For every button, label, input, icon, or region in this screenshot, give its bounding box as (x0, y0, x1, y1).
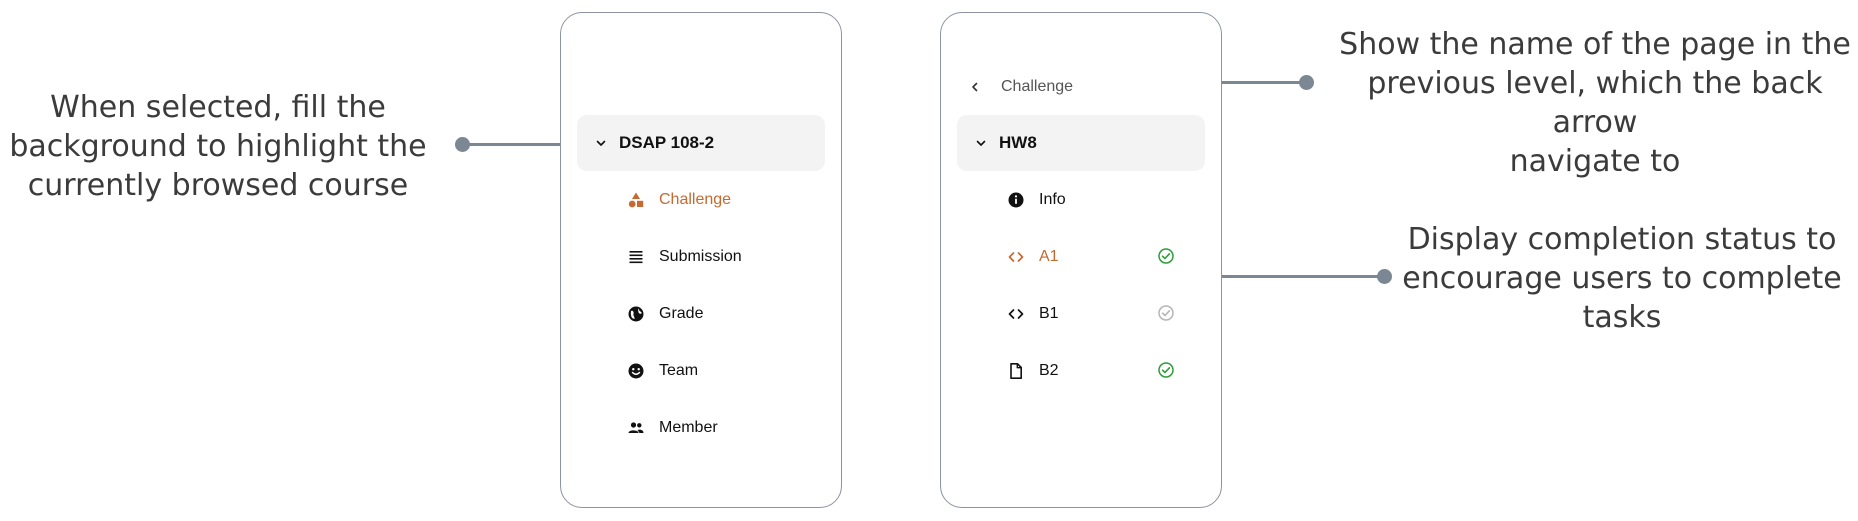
nav-item-label: Member (659, 419, 718, 436)
globe-icon (625, 303, 647, 325)
nav-item-submission[interactable]: Submission (577, 229, 825, 285)
assignment-item-b1[interactable]: B1 (957, 286, 1205, 342)
course-name: DSAP 108-2 (619, 133, 715, 152)
nav-item-label: Grade (659, 305, 704, 322)
code-icon (1005, 246, 1027, 268)
chevron-down-icon (589, 137, 613, 149)
info-icon (1005, 189, 1027, 211)
assignment-item-a1[interactable]: A1 (957, 229, 1205, 285)
nav-item-label: Team (659, 362, 699, 379)
leader-line-mid-right (1196, 275, 1384, 278)
course-nav-panel: DSAP 108-2 Challenge Submission Grade Te… (560, 12, 842, 508)
assignment-label: B1 (1039, 305, 1059, 322)
group-header-selected[interactable]: HW8 (957, 115, 1205, 171)
nav-item-challenge[interactable]: Challenge (577, 172, 825, 228)
nav-item-member[interactable]: Member (577, 400, 825, 456)
annotation-selected-highlight: When selected, fill the background to hi… (0, 88, 436, 205)
annotation-line: Show the name of the page in the (1339, 27, 1851, 62)
file-icon (1005, 360, 1027, 382)
assignment-nav-panel: Challenge HW8 Info A1 B1 B2 (940, 12, 1222, 508)
check-circle-complete-icon (1157, 361, 1177, 381)
nav-item-label: Challenge (659, 191, 732, 208)
nav-item-grade[interactable]: Grade (577, 286, 825, 342)
annotation-line: tasks (1582, 300, 1662, 335)
check-circle-incomplete-icon (1157, 304, 1177, 324)
annotation-line: Display completion status to (1407, 222, 1837, 257)
assignment-label: Info (1039, 191, 1066, 208)
assignment-item-b2[interactable]: B2 (957, 343, 1205, 399)
list-icon (625, 246, 647, 268)
annotation-line: encourage users to complete (1402, 261, 1842, 296)
annotation-back-arrow: Show the name of the page in the previou… (1332, 25, 1858, 181)
annotation-completion-status: Display completion status to encourage u… (1398, 220, 1846, 337)
annotation-line: currently browsed course (27, 168, 409, 203)
course-header-selected[interactable]: DSAP 108-2 (577, 115, 825, 171)
people-icon (625, 417, 647, 439)
annotation-line: background to highlight the (9, 129, 427, 164)
group-name: HW8 (999, 133, 1037, 152)
nav-item-label: Submission (659, 248, 742, 265)
code-icon (1005, 303, 1027, 325)
smiley-icon (625, 360, 647, 382)
annotation-line: previous level, which the back arrow (1367, 66, 1823, 140)
back-label: Challenge (1001, 78, 1074, 95)
nav-item-team[interactable]: Team (577, 343, 825, 399)
assignment-item-info[interactable]: Info (957, 172, 1205, 228)
assignment-label: A1 (1039, 248, 1059, 265)
chevron-down-icon (969, 137, 993, 149)
shapes-icon (625, 189, 647, 211)
annotation-line: navigate to (1509, 144, 1681, 179)
assignment-label: B2 (1039, 362, 1059, 379)
check-circle-complete-icon (1157, 247, 1177, 267)
chevron-left-icon (963, 81, 987, 93)
annotation-line: When selected, fill the (50, 90, 386, 125)
back-button[interactable]: Challenge (963, 67, 1073, 107)
